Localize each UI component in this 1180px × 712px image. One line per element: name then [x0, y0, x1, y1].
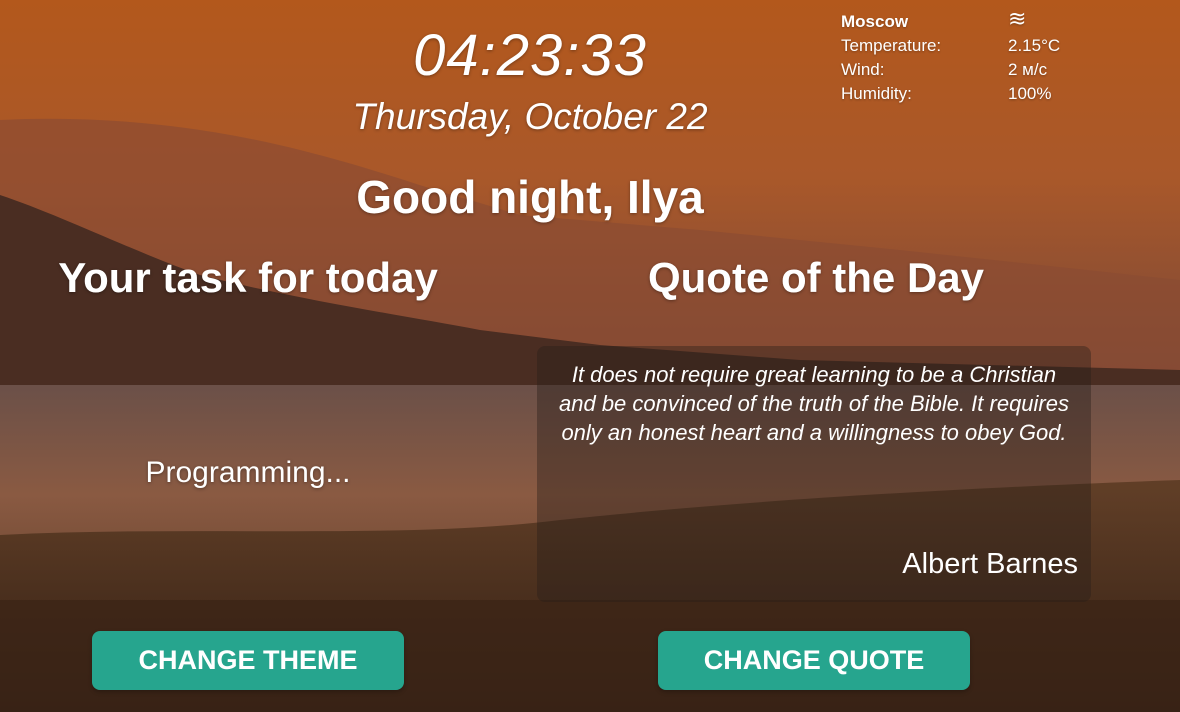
- weather-header: Moscow ≋: [841, 6, 1081, 34]
- task-title: Your task for today: [58, 254, 438, 301]
- weather-city: Moscow: [841, 12, 909, 31]
- quote-title: Quote of the Day: [647, 254, 985, 301]
- weather-wind-value: 2 м/с: [1008, 60, 1048, 79]
- change-quote-button[interactable]: CHANGE QUOTE: [658, 631, 970, 690]
- greeting-text: Good night, Ilya: [356, 171, 704, 223]
- weather-humidity-row: Humidity: 100%: [841, 82, 1081, 106]
- weather-temperature-row: Temperature: 2.15°C: [841, 34, 1081, 58]
- clock-time: 04:23:33: [413, 23, 647, 88]
- quote-author: Albert Barnes: [902, 548, 1078, 580]
- weather-wind-row: Wind: 2 м/с: [841, 58, 1081, 82]
- weather-temperature-label: Temperature:: [841, 36, 942, 55]
- task-text[interactable]: Programming...: [48, 456, 448, 490]
- weather-widget: Moscow ≋ Temperature: 2.15°C Wind: 2 м/с…: [841, 6, 1081, 106]
- quote-text: It does not require great learning to be…: [559, 362, 1069, 445]
- clock-date: Thursday, October 22: [352, 96, 708, 137]
- mist-icon: ≋: [1008, 6, 1027, 31]
- change-theme-button[interactable]: CHANGE THEME: [92, 631, 404, 690]
- weather-temperature-value: 2.15°C: [1008, 36, 1061, 55]
- weather-wind-label: Wind:: [841, 60, 885, 79]
- weather-humidity-label: Humidity:: [841, 84, 912, 103]
- weather-humidity-value: 100%: [1008, 84, 1052, 103]
- quote-card: It does not require great learning to be…: [537, 346, 1091, 602]
